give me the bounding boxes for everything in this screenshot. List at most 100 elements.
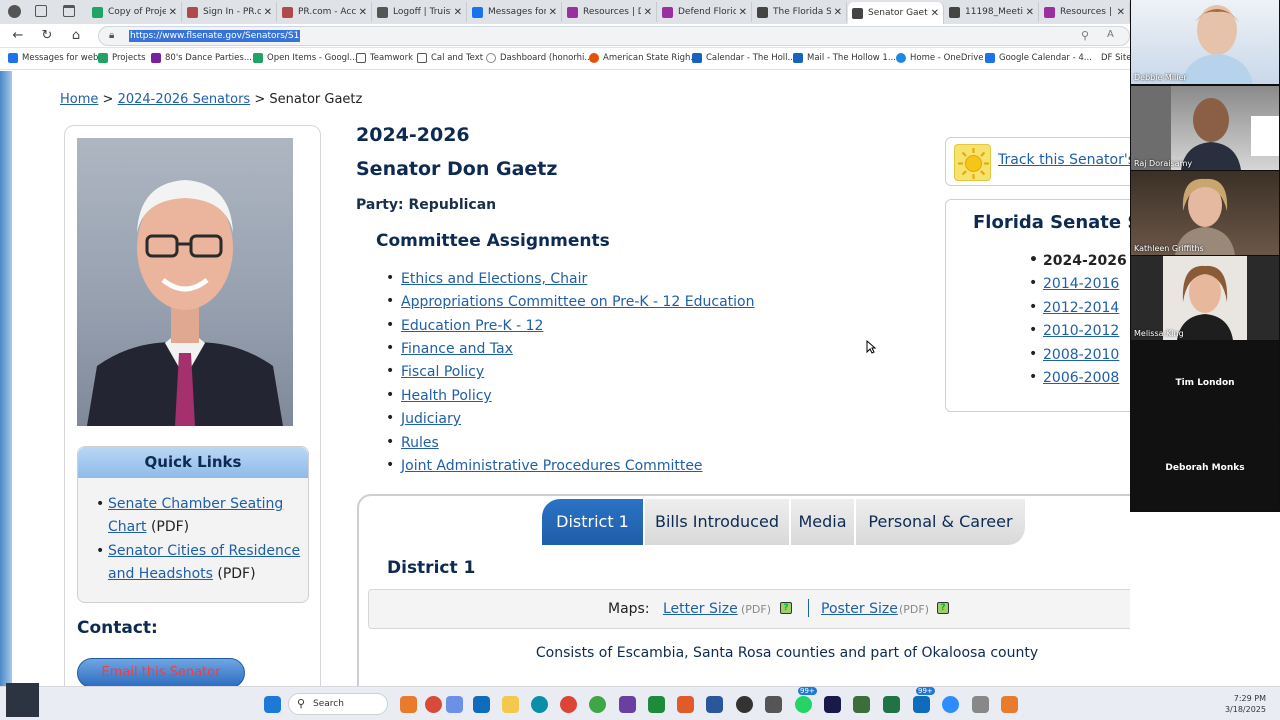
- browser-tab[interactable]: Resources | De✕: [1040, 2, 1130, 22]
- zoom-icon[interactable]: ⚲: [1081, 29, 1089, 42]
- email-senator-button[interactable]: Email this Senator: [77, 658, 245, 686]
- browser-tab[interactable]: Logoff | Truist ✕: [373, 2, 467, 22]
- app-icon[interactable]: [589, 696, 606, 713]
- read-aloud-icon[interactable]: A: [1107, 29, 1114, 40]
- committee-link[interactable]: Education Pre-K - 12: [401, 318, 543, 334]
- session-link[interactable]: 2010-2012: [1043, 323, 1119, 339]
- session-link[interactable]: 2006-2008: [1043, 370, 1119, 386]
- bookmark-item[interactable]: Dashboard (honorhi...: [486, 53, 593, 63]
- bookmark-item[interactable]: 80's Dance Parties...: [151, 53, 252, 63]
- poster-size-map-link[interactable]: Poster Size: [821, 601, 898, 617]
- system-clock[interactable]: 7:29 PM 3/18/2025: [1225, 693, 1266, 715]
- browser-tab[interactable]: 11198_Meeting✕: [945, 2, 1039, 22]
- chrome-icon[interactable]: [560, 696, 577, 713]
- address-bar[interactable]: 🔒︎ https://www.flsenate.gov/Senators/S1 …: [98, 26, 1130, 46]
- widgets-thumbnail[interactable]: [6, 683, 39, 717]
- excel-icon[interactable]: [883, 696, 900, 713]
- bookmark-item[interactable]: Messages for web: [8, 53, 98, 63]
- copilot-icon[interactable]: [446, 696, 463, 713]
- whatsapp-icon[interactable]: 99+: [795, 687, 817, 713]
- session-link[interactable]: 2012-2014: [1043, 300, 1119, 316]
- tab-media[interactable]: Media: [791, 499, 855, 545]
- outlook-icon[interactable]: [473, 696, 490, 713]
- zoom-app-icon[interactable]: [942, 696, 959, 713]
- app-icon[interactable]: [619, 696, 636, 713]
- browser-tab[interactable]: Defend Florida✕: [658, 2, 752, 22]
- app-icon[interactable]: [1001, 696, 1018, 713]
- xbox-icon[interactable]: [648, 696, 665, 713]
- back-arrow-icon[interactable]: ←: [10, 28, 26, 43]
- browser-tab[interactable]: PR.com - Accou✕: [278, 2, 372, 22]
- bookmark-item[interactable]: DF Site: [1101, 53, 1131, 63]
- seating-chart-link[interactable]: Senate Chamber Seating: [108, 496, 283, 512]
- close-tab-icon[interactable]: ✕: [451, 7, 462, 18]
- bookmark-item[interactable]: Projects: [98, 53, 146, 63]
- bookmark-item[interactable]: Home - OneDrive: [896, 53, 984, 63]
- weather-widget-icon[interactable]: [400, 696, 417, 713]
- browser-tab[interactable]: Resources | Def✕: [563, 2, 657, 22]
- profile-avatar-icon[interactable]: [8, 5, 21, 18]
- close-tab-icon[interactable]: ✕: [736, 7, 747, 18]
- calculator-icon[interactable]: [765, 696, 782, 713]
- committee-link[interactable]: Rules: [401, 435, 439, 451]
- app-icon[interactable]: [736, 696, 753, 713]
- browser-tab-active[interactable]: Senator Gaetz ✕: [848, 2, 944, 24]
- session-link[interactable]: 2008-2010: [1043, 347, 1119, 363]
- tab-actions-icon[interactable]: [63, 5, 75, 17]
- breadcrumb-home-link[interactable]: Home: [60, 92, 98, 107]
- close-tab-icon[interactable]: ✕: [546, 7, 557, 18]
- participant-tile[interactable]: Tim London: [1131, 341, 1279, 425]
- browser-tab[interactable]: Sign In - PR.com✕: [183, 2, 277, 22]
- tab-bills-introduced[interactable]: Bills Introduced: [645, 499, 790, 545]
- letter-size-map-link[interactable]: Letter Size: [663, 601, 738, 617]
- help-icon[interactable]: ?: [937, 602, 949, 614]
- app-icon[interactable]: [425, 696, 442, 713]
- taskbar-search[interactable]: ⚲ Search: [288, 693, 388, 715]
- participant-tile[interactable]: Deborah Monks: [1131, 426, 1279, 510]
- track-senator-link[interactable]: Track this Senator's: [998, 152, 1130, 168]
- workspaces-icon[interactable]: [35, 5, 47, 17]
- close-tab-icon[interactable]: ✕: [641, 7, 652, 18]
- bookmark-item[interactable]: Teamwork: [356, 53, 413, 63]
- participant-tile[interactable]: Melissa King: [1131, 256, 1279, 340]
- participant-tile[interactable]: Raj Doraisamy: [1131, 86, 1279, 170]
- close-tab-icon[interactable]: ✕: [928, 8, 939, 19]
- participant-tile[interactable]: Debbie Miller: [1131, 0, 1279, 84]
- bookmark-item[interactable]: Calendar - The Holl...: [692, 53, 796, 63]
- browser-tab[interactable]: Messages for w✕: [468, 2, 562, 22]
- close-tab-icon[interactable]: ✕: [1023, 7, 1034, 18]
- participant-tile[interactable]: Kathleen Griffiths: [1131, 171, 1279, 255]
- bookmark-item[interactable]: American State Righ...: [589, 53, 699, 63]
- close-tab-icon[interactable]: ✕: [356, 7, 367, 18]
- committee-link[interactable]: Ethics and Elections, Chair: [401, 271, 587, 287]
- bookmark-item[interactable]: Cal and Text: [417, 53, 483, 63]
- seating-chart-link-cont[interactable]: Chart: [108, 519, 146, 535]
- committee-link[interactable]: Joint Administrative Procedures Committe…: [401, 458, 703, 474]
- app-icon[interactable]: [677, 696, 694, 713]
- cities-headshots-link[interactable]: Senator Cities of Residence: [108, 543, 300, 559]
- word-icon[interactable]: [706, 696, 723, 713]
- browser-tab[interactable]: The Florida Sen✕: [753, 2, 847, 22]
- premiere-icon[interactable]: [824, 696, 841, 713]
- committee-link[interactable]: Appropriations Committee on Pre-K - 12 E…: [401, 294, 755, 310]
- reload-icon[interactable]: ↻: [39, 28, 55, 43]
- committee-link[interactable]: Health Policy: [401, 388, 492, 404]
- close-tab-icon[interactable]: ✕: [166, 7, 177, 18]
- committee-link[interactable]: Fiscal Policy: [401, 364, 484, 380]
- cities-headshots-link-cont[interactable]: and Headshots: [108, 566, 213, 582]
- bookmark-item[interactable]: Mail - The Hollow 1...: [793, 53, 896, 63]
- committee-link[interactable]: Judiciary: [401, 411, 461, 427]
- url-text[interactable]: https://www.flsenate.gov/Senators/S1: [129, 30, 301, 42]
- committee-link[interactable]: Finance and Tax: [401, 341, 513, 357]
- start-icon[interactable]: [264, 696, 281, 713]
- breadcrumb-senators-link[interactable]: 2024-2026 Senators: [118, 92, 251, 107]
- file-explorer-icon[interactable]: [502, 696, 519, 713]
- close-tab-icon[interactable]: ✕: [261, 7, 272, 18]
- app-icon[interactable]: [853, 696, 870, 713]
- edge-icon[interactable]: [531, 696, 548, 713]
- close-tab-icon[interactable]: ✕: [831, 7, 842, 18]
- tab-personal-career[interactable]: Personal & Career: [856, 499, 1026, 545]
- home-icon[interactable]: ⌂: [68, 28, 84, 43]
- browser-tab[interactable]: Copy of Projects✕: [88, 2, 182, 22]
- bookmark-item[interactable]: Open Items - Googl...: [253, 53, 358, 63]
